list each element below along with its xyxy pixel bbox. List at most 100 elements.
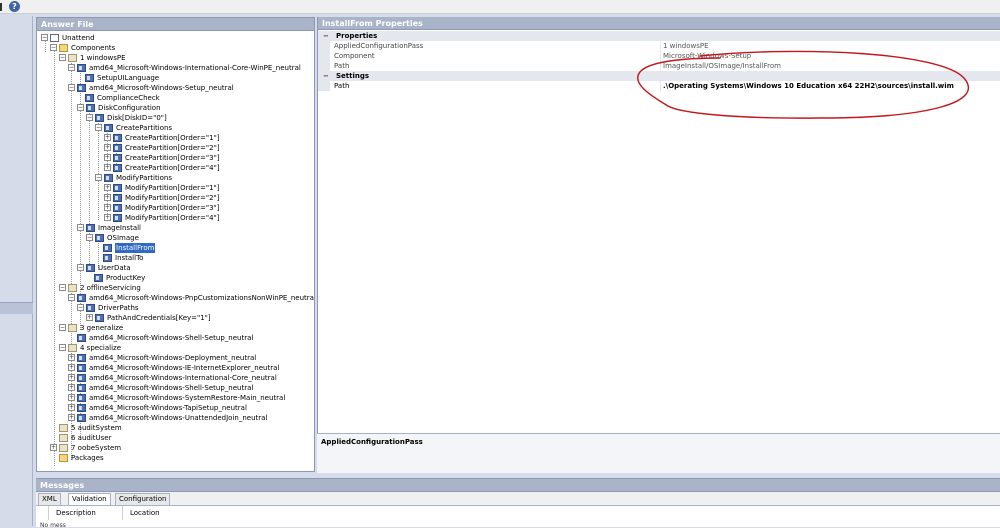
- collapse-icon[interactable]: −: [59, 324, 66, 331]
- expand-icon[interactable]: +: [104, 154, 111, 161]
- collapse-icon[interactable]: −: [68, 84, 75, 91]
- column-separator: [122, 506, 123, 520]
- property-description: AppliedConfigurationPass: [317, 433, 1000, 473]
- tree-line: [54, 48, 55, 466]
- component-icon: [77, 64, 86, 72]
- expand-icon[interactable]: +: [68, 354, 75, 361]
- collapse-icon[interactable]: −: [68, 64, 75, 71]
- column-header-description[interactable]: Description: [56, 509, 96, 517]
- column-header-location[interactable]: Location: [130, 509, 160, 517]
- collapse-icon[interactable]: −: [50, 44, 57, 51]
- component-icon: [104, 124, 113, 132]
- expand-icon[interactable]: +: [104, 164, 111, 171]
- expand-icon[interactable]: +: [104, 204, 111, 211]
- messages-panel: Messages XML (0) Validation (0) Configur…: [36, 478, 1000, 528]
- answer-file-icon: [50, 34, 59, 42]
- folder-icon: [59, 44, 68, 52]
- component-icon: [103, 254, 112, 262]
- component-icon: [77, 364, 86, 372]
- component-icon: [86, 224, 95, 232]
- messages-header: Messages: [36, 479, 1000, 492]
- expand-icon[interactable]: +: [104, 184, 111, 191]
- collapse-icon[interactable]: −: [77, 104, 84, 111]
- category-properties[interactable]: − Properties: [318, 31, 1000, 41]
- component-icon: [86, 304, 95, 312]
- folder-icon: [59, 454, 68, 462]
- collapse-icon[interactable]: −: [59, 344, 66, 351]
- tab-xml[interactable]: XML (0): [38, 493, 61, 514]
- collapse-icon[interactable]: −: [77, 224, 84, 231]
- collapse-icon[interactable]: −: [68, 294, 75, 301]
- collapse-icon[interactable]: −: [323, 31, 329, 41]
- expand-icon[interactable]: +: [104, 134, 111, 141]
- configuration-pass-icon: [68, 324, 77, 332]
- install-path-value[interactable]: .\Operating Systems\Windows 10 Education…: [663, 81, 954, 91]
- collapse-icon[interactable]: −: [41, 34, 48, 41]
- property-row-applied-pass[interactable]: AppliedConfigurationPass 1 windowsPE: [318, 41, 1000, 51]
- component-icon: [77, 354, 86, 362]
- tree-line: [98, 118, 99, 220]
- grid-gutter: [318, 51, 330, 61]
- component-icon: [77, 394, 86, 402]
- component-icon: [95, 234, 104, 242]
- expand-icon[interactable]: +: [68, 394, 75, 401]
- collapse-icon[interactable]: −: [59, 284, 66, 291]
- collapse-icon[interactable]: −: [77, 264, 84, 271]
- component-icon: [113, 144, 122, 152]
- expand-icon[interactable]: +: [104, 194, 111, 201]
- component-icon: [77, 294, 86, 302]
- component-icon: [95, 114, 104, 122]
- expand-icon[interactable]: +: [68, 404, 75, 411]
- left-pane: [0, 16, 33, 526]
- collapse-icon[interactable]: −: [59, 54, 66, 61]
- component-icon: [85, 94, 94, 102]
- messages-table[interactable]: Description Location No mess: [36, 505, 1000, 528]
- configuration-pass-icon: [68, 284, 77, 292]
- component-icon: [77, 414, 86, 422]
- collapse-icon[interactable]: −: [77, 304, 84, 311]
- configuration-pass-icon: [59, 434, 68, 442]
- collapse-icon[interactable]: −: [86, 114, 93, 121]
- component-icon: [85, 74, 94, 82]
- collapse-icon[interactable]: −: [95, 124, 102, 131]
- grid-gutter: [318, 41, 330, 51]
- component-icon: [113, 214, 122, 222]
- tab-configuration-set[interactable]: Configuration Set (0): [115, 493, 171, 514]
- component-icon: [113, 204, 122, 212]
- component-icon: [86, 264, 95, 272]
- collapse-icon[interactable]: −: [95, 174, 102, 181]
- component-icon: [113, 184, 122, 192]
- expand-icon[interactable]: +: [68, 364, 75, 371]
- configuration-pass-icon: [59, 444, 68, 452]
- component-icon: [77, 334, 86, 342]
- message-row: No mess: [40, 522, 66, 528]
- component-icon: [77, 384, 86, 392]
- selected-node-label[interactable]: InstallFrom: [115, 243, 156, 253]
- expand-icon[interactable]: +: [68, 374, 75, 381]
- expand-icon[interactable]: +: [68, 384, 75, 391]
- component-icon: [113, 134, 122, 142]
- column-separator: [48, 506, 49, 520]
- component-icon: [95, 314, 104, 322]
- collapse-icon[interactable]: −: [323, 71, 329, 81]
- answer-file-panel: Answer File − Unattend − Components − 1: [36, 17, 315, 472]
- collapse-icon[interactable]: −: [86, 234, 93, 241]
- properties-header: InstallFrom Properties: [318, 17, 1000, 30]
- category-settings[interactable]: − Settings: [318, 71, 1000, 81]
- component-icon: [77, 374, 86, 382]
- help-icon[interactable]: ?: [9, 1, 20, 12]
- expand-icon[interactable]: +: [86, 314, 93, 321]
- property-row-component[interactable]: Component Microsoft-Windows-Setup: [318, 51, 1000, 61]
- tab-validation[interactable]: Validation (0): [68, 493, 111, 514]
- left-pane-divider[interactable]: [0, 302, 33, 314]
- expand-icon[interactable]: +: [68, 414, 75, 421]
- expand-icon[interactable]: +: [104, 144, 111, 151]
- component-icon: [77, 84, 86, 92]
- component-icon: [103, 244, 112, 252]
- property-row-path[interactable]: Path ImageInstall/OSImage/InstallFrom: [318, 61, 1000, 71]
- answer-file-tree[interactable]: − Unattend − Components − 1 windowsPE − …: [37, 32, 314, 472]
- expand-icon[interactable]: +: [50, 444, 57, 451]
- setting-row-path[interactable]: Path .\Operating Systems\Windows 10 Educ…: [318, 81, 1000, 91]
- expand-icon[interactable]: +: [104, 214, 111, 221]
- configuration-pass-icon: [68, 54, 77, 62]
